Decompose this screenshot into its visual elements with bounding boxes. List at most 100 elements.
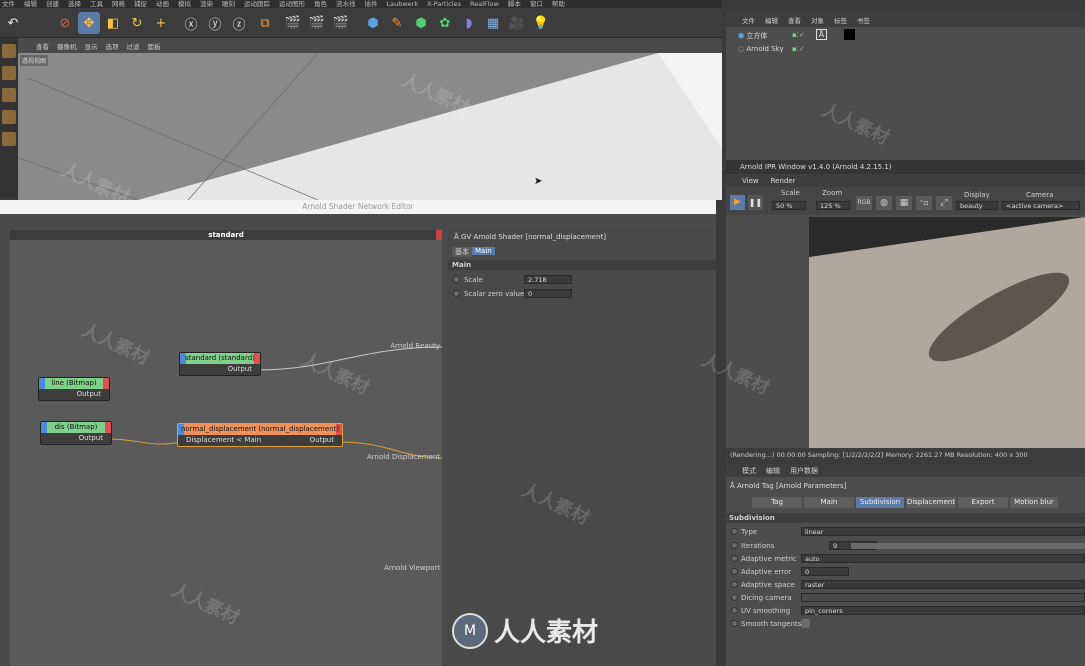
- tab-displacement[interactable]: Displacement: [906, 497, 956, 508]
- node-dis-bitmap[interactable]: dis (Bitmap) Output: [40, 421, 112, 445]
- pen-icon[interactable]: ✎: [386, 12, 408, 34]
- scale-input[interactable]: 2.718: [524, 275, 572, 284]
- pause-icon[interactable]: ❚❚: [748, 195, 763, 210]
- node-standard[interactable]: standard (standard) Output: [179, 352, 261, 376]
- om-menu-item[interactable]: 标签: [834, 15, 847, 25]
- am-menu-item[interactable]: 用户数据: [790, 466, 818, 476]
- adaptive-space-dropdown[interactable]: raster: [801, 580, 1085, 589]
- grid-icon[interactable]: ▦: [896, 196, 912, 210]
- tab-subdivision[interactable]: Subdivision: [856, 497, 904, 508]
- z-axis-icon[interactable]: ⓩ: [228, 12, 250, 34]
- object-row-sky[interactable]: ◌ Arnold Sky: [738, 45, 784, 53]
- render-settings-icon[interactable]: 🎬: [330, 12, 352, 34]
- anim-radio[interactable]: [731, 581, 738, 588]
- am-menu-item[interactable]: 编辑: [766, 466, 780, 476]
- anim-radio[interactable]: [731, 607, 738, 614]
- compare-icon[interactable]: ⁼▫: [916, 196, 932, 210]
- om-menu-item[interactable]: 书签: [857, 15, 870, 25]
- node-normal-displacement[interactable]: normal_displacement (normal_displacement…: [177, 423, 343, 447]
- node-input-port[interactable]: Displacement < Main: [186, 435, 261, 446]
- output-beauty[interactable]: Arnold Beauty: [370, 342, 440, 350]
- play-icon[interactable]: ▶: [730, 195, 745, 210]
- tab-main[interactable]: Main: [804, 497, 854, 508]
- subdivision-icon[interactable]: ⬢: [410, 12, 432, 34]
- anim-radio[interactable]: [731, 568, 738, 575]
- anim-radio[interactable]: [731, 620, 738, 627]
- am-menu-item[interactable]: 模式: [742, 466, 756, 476]
- cube-icon[interactable]: ⬢: [362, 12, 384, 34]
- viewport-menu-item[interactable]: 面板: [148, 41, 161, 51]
- viewport-menu-item[interactable]: 显示: [85, 41, 98, 51]
- attr-tab-active[interactable]: Main: [472, 247, 495, 255]
- om-menu-item[interactable]: 编辑: [765, 15, 778, 25]
- x-axis-icon[interactable]: ⓧ: [180, 12, 202, 34]
- scale-icon[interactable]: ◧: [102, 12, 124, 34]
- globe-icon[interactable]: ◍: [876, 196, 892, 210]
- expand-icon[interactable]: ⤢: [936, 196, 952, 210]
- menu-item[interactable]: 捕捉: [134, 0, 147, 8]
- cloner-icon[interactable]: ✿: [434, 12, 456, 34]
- light-icon[interactable]: 💡: [530, 12, 552, 34]
- menu-item[interactable]: 网格: [112, 0, 125, 8]
- mode-icon[interactable]: [2, 66, 16, 80]
- ipr-menu-item[interactable]: View: [742, 177, 759, 185]
- adaptive-metric-dropdown[interactable]: auto: [801, 554, 1085, 563]
- camera-icon[interactable]: 🎥: [506, 12, 528, 34]
- floor-icon[interactable]: ▦: [482, 12, 504, 34]
- menu-item[interactable]: 雕刻: [222, 0, 235, 8]
- ipr-render-area[interactable]: [726, 215, 1085, 448]
- node-output-port[interactable]: Output: [310, 435, 334, 446]
- perspective-viewport[interactable]: 查看 摄像机 显示 选项 过滤 面板 透视视图 ➤: [18, 38, 722, 200]
- output-displacement[interactable]: Arnold Displacement: [350, 453, 440, 461]
- viewport-menu-item[interactable]: 摄像机: [57, 41, 77, 51]
- scalar-zero-input[interactable]: 0: [524, 289, 572, 298]
- scale-dropdown[interactable]: 50 %: [772, 201, 806, 210]
- move-icon[interactable]: ✥: [78, 12, 100, 34]
- visibility-check-icon[interactable]: ▪⁚✓: [792, 31, 805, 39]
- menu-item[interactable]: 运动图形: [279, 0, 305, 8]
- rgb-button[interactable]: RGB: [856, 196, 872, 210]
- om-menu-item[interactable]: 查看: [788, 15, 801, 25]
- mode-icon[interactable]: [2, 132, 16, 146]
- viewport-menu-item[interactable]: 选项: [106, 41, 119, 51]
- anim-radio[interactable]: [731, 542, 738, 549]
- add-icon[interactable]: +: [150, 12, 172, 34]
- menu-item[interactable]: 渲染: [200, 0, 213, 8]
- viewport-menu-item[interactable]: 过滤: [127, 41, 140, 51]
- node-port[interactable]: Output: [180, 364, 260, 375]
- menu-item[interactable]: X-Particles: [427, 0, 461, 8]
- anim-radio[interactable]: [731, 594, 738, 601]
- menu-item[interactable]: 脚本: [508, 0, 521, 8]
- ipr-menu-item[interactable]: Render: [771, 177, 796, 185]
- zoom-dropdown[interactable]: 125 %: [816, 201, 850, 210]
- viewport-menu-item[interactable]: 查看: [36, 41, 49, 51]
- attr-tab[interactable]: 基本: [452, 247, 472, 257]
- menu-item[interactable]: 角色: [314, 0, 327, 8]
- menu-item[interactable]: 文件: [2, 0, 15, 8]
- smooth-tangents-checkbox[interactable]: [801, 619, 810, 628]
- display-dropdown[interactable]: beauty: [956, 201, 998, 210]
- menu-item[interactable]: 帮助: [552, 0, 565, 8]
- menu-item[interactable]: 模拟: [178, 0, 191, 8]
- menu-item[interactable]: RealFlow: [470, 0, 499, 8]
- menu-item[interactable]: 插件: [365, 0, 378, 8]
- anim-radio[interactable]: [731, 555, 738, 562]
- tab-motion-blur[interactable]: Motion blur: [1010, 497, 1058, 508]
- uv-smoothing-dropdown[interactable]: pin_corners: [801, 606, 1085, 615]
- anim-radio[interactable]: [731, 528, 738, 535]
- mode-icon[interactable]: [2, 88, 16, 102]
- tab-export[interactable]: Export: [958, 497, 1008, 508]
- anim-radio[interactable]: [453, 290, 460, 297]
- menu-item[interactable]: 编辑: [24, 0, 37, 8]
- tab-tag[interactable]: Tag: [752, 497, 802, 508]
- live-select-icon[interactable]: ⊘: [54, 12, 76, 34]
- deformer-icon[interactable]: ◗: [458, 12, 480, 34]
- menu-item[interactable]: Laubwerk: [387, 0, 419, 8]
- anim-radio[interactable]: [453, 276, 460, 283]
- menu-item[interactable]: 运动跟踪: [244, 0, 270, 8]
- rotate-icon[interactable]: ↻: [126, 12, 148, 34]
- mode-icon[interactable]: [2, 44, 16, 58]
- menu-item[interactable]: 窗口: [530, 0, 543, 8]
- iterations-slider[interactable]: [851, 543, 1085, 549]
- output-viewport[interactable]: Arnold Viewport: [360, 564, 440, 572]
